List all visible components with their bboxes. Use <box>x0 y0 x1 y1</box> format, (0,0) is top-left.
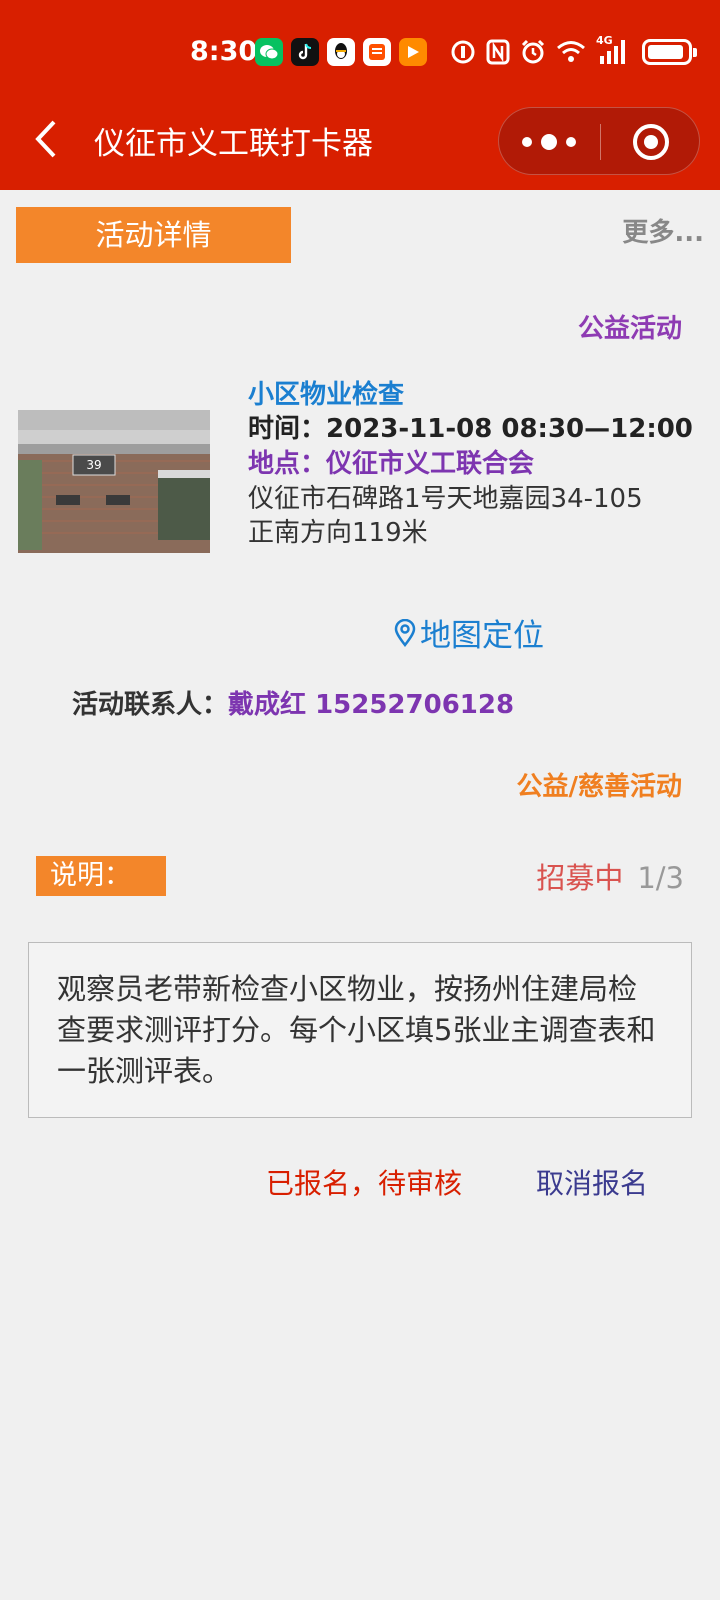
notification-icons <box>255 38 427 66</box>
time-value: 2023-11-08 08:30—12:00 <box>326 414 693 444</box>
taobao-icon <box>363 38 391 66</box>
miniprogram-capsule <box>498 107 700 175</box>
place-value: 仪征市义工联合会 <box>326 449 535 479</box>
target-close-icon <box>633 124 669 160</box>
recruit-status-label: 招募中 <box>536 861 624 895</box>
signal-4g-icon: 4G <box>596 34 628 66</box>
place-label: 地点： <box>248 449 327 479</box>
page-title: 仪征市义工联打卡器 <box>94 126 373 162</box>
qq-icon <box>327 38 355 66</box>
category-badge: 公益活动 <box>577 314 682 344</box>
activity-info: 小区物业检查 时间：2023-11-08 08:30—12:00 地点：仪征市义… <box>248 378 708 550</box>
video-icon <box>399 38 427 66</box>
location-pin-icon <box>394 618 416 647</box>
building-number-sign: 39 <box>86 458 101 472</box>
description-box: 观察员老带新检查小区物业，按扬州住建局检查要求测评打分。每个小区填5张业主调查表… <box>28 942 692 1118</box>
system-icons: 4G <box>450 34 697 66</box>
tab-activity-detail[interactable]: 活动详情 <box>16 207 291 263</box>
data-saver-icon <box>451 40 475 64</box>
address-line-2: 正南方向119米 <box>248 518 428 548</box>
more-button[interactable] <box>499 108 600 176</box>
activity-time: 时间：2023-11-08 08:30—12:00 <box>248 412 708 446</box>
alarm-icon <box>521 39 545 64</box>
battery-icon <box>642 39 697 65</box>
header-bar: 8:30 4G 仪征市义工联打卡器 <box>0 0 720 190</box>
description-tag: 说明： <box>36 856 166 896</box>
more-link[interactable]: 更多... <box>622 212 704 249</box>
cancel-signup-button[interactable]: 取消报名 <box>536 1162 648 1202</box>
address-line-1: 仪征市石碑路1号天地嘉园34-105 <box>248 484 643 514</box>
more-dots-icon <box>522 134 576 150</box>
tiktok-icon <box>291 38 319 66</box>
nfc-icon <box>486 39 510 65</box>
recruit-status: 招募中 1/3 <box>536 855 684 897</box>
contact-label: 活动联系人： <box>72 690 229 720</box>
recruit-count: 1/3 <box>637 861 684 895</box>
map-link-label: 地图定位 <box>420 618 544 654</box>
chevron-left-icon <box>35 120 56 158</box>
contact-value[interactable]: 戴成红 15252706128 <box>228 690 514 720</box>
wifi-icon <box>557 41 585 62</box>
status-time: 8:30 <box>190 36 258 67</box>
time-label: 时间： <box>248 414 327 444</box>
activity-place: 地点：仪征市义工联合会 <box>248 446 708 482</box>
map-location-link[interactable]: 地图定位 <box>394 610 544 655</box>
activity-photo[interactable]: 39 <box>18 410 210 553</box>
close-button[interactable] <box>601 108 701 176</box>
contact-row: 活动联系人：戴成红 15252706128 <box>72 684 514 721</box>
back-button[interactable] <box>26 114 66 164</box>
wechat-icon <box>255 38 283 66</box>
category-type: 公益/慈善活动 <box>516 772 683 802</box>
activity-title[interactable]: 小区物业检查 <box>248 378 708 412</box>
signup-status: 已报名，待审核 <box>266 1167 463 1200</box>
